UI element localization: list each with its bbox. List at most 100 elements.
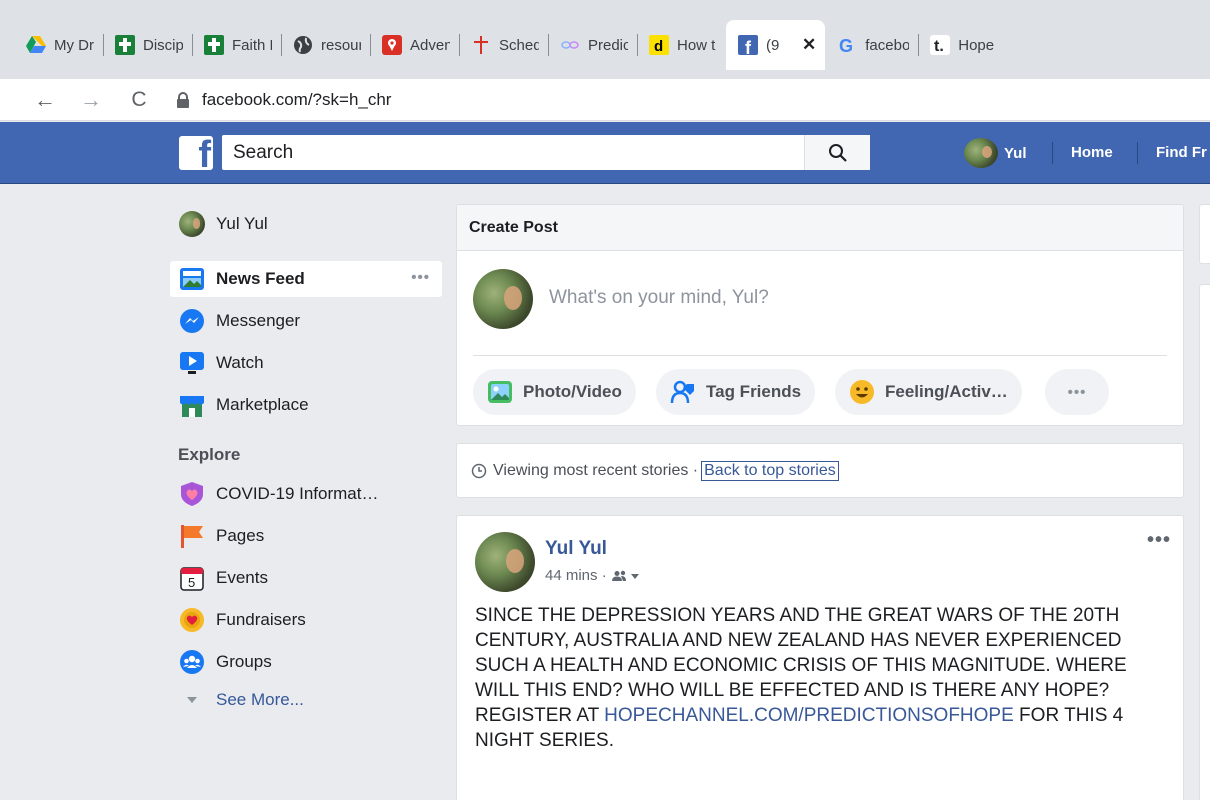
create-post-header[interactable]: Create Post [457, 205, 1183, 251]
flag-icon [178, 522, 206, 550]
tag-friends-button[interactable]: Tag Friends [656, 369, 816, 415]
sidebar-item-marketplace[interactable]: Marketplace [170, 387, 442, 423]
tab-adventist[interactable]: Adven [370, 20, 459, 70]
google-drive-icon [26, 35, 46, 55]
address-bar[interactable]: facebook.com/?sk=h_chr [176, 83, 1210, 117]
facebook-logo[interactable]: f [179, 136, 213, 170]
nav-divider [1137, 142, 1138, 164]
browser-tab-bar: My Dr Discip Faith F resour Adven [0, 0, 1210, 79]
avatar [964, 138, 998, 168]
tag-friends-label: Tag Friends [706, 382, 802, 401]
forward-button[interactable]: → [76, 85, 106, 115]
tag-friends-icon [670, 379, 696, 405]
covid-shield-icon [178, 480, 206, 508]
facebook-icon: f [738, 35, 758, 55]
sidebar-item-label: Pages [216, 526, 265, 545]
messenger-icon [178, 307, 206, 335]
search-input[interactable] [222, 135, 804, 170]
nav-divider [1052, 142, 1053, 164]
tab-title: Discip [143, 36, 183, 54]
create-post-card: Create Post What's on your mind, Yul? Ph… [456, 204, 1184, 426]
sidebar-item-news-feed[interactable]: News Feed ••• [170, 261, 442, 297]
tab-strip: My Dr Discip Faith F resour Adven [14, 20, 1007, 70]
profile-link[interactable]: Yul [964, 138, 1027, 168]
sidebar-item-label: Messenger [216, 311, 301, 330]
sidebar-item-groups[interactable]: Groups [170, 644, 442, 680]
tab-faith[interactable]: Faith F [192, 20, 281, 70]
svg-text:f: f [745, 38, 752, 55]
post-meta: 44 mins · [545, 567, 640, 584]
right-column-card [1199, 204, 1210, 264]
lock-icon[interactable] [176, 92, 190, 108]
sidebar-item-label: Yul Yul [216, 214, 268, 233]
find-friends-link[interactable]: Find Fr [1156, 144, 1207, 161]
more-post-options-button[interactable]: ••• [1045, 369, 1109, 415]
tab-title: How t [677, 36, 716, 54]
groups-icon [178, 648, 206, 676]
back-button[interactable]: ← [30, 85, 60, 115]
tab-facebook-active[interactable]: f (9 ✕ [726, 20, 826, 70]
sidebar-item-fundraisers[interactable]: Fundraisers [170, 602, 442, 638]
feeling-activity-button[interactable]: Feeling/Activ… [835, 369, 1022, 415]
tab-my-drive[interactable]: My Dr [14, 20, 103, 70]
home-link[interactable]: Home [1071, 144, 1113, 161]
see-more-link[interactable]: See More... [216, 690, 304, 710]
tab-title: Faith F [232, 36, 272, 54]
more-options-icon[interactable]: ••• [411, 269, 430, 286]
calendar-day: 5 [188, 575, 195, 590]
green-cross-icon [115, 35, 135, 55]
photo-video-button[interactable]: Photo/Video [473, 369, 636, 415]
sidebar-item-see-more[interactable]: See More... [170, 682, 442, 718]
photo-icon [487, 379, 513, 405]
profile-name: Yul [1004, 144, 1027, 162]
feeling-activity-label: Feeling/Activ… [885, 382, 1008, 401]
recent-stories-banner: Viewing most recent stories · Back to to… [456, 443, 1184, 498]
avatar[interactable] [475, 532, 535, 592]
facebook-logo-letter: f [198, 136, 211, 170]
tab-hope[interactable]: t. Hope [918, 20, 1007, 70]
tab-title: Adven [410, 36, 450, 54]
close-tab-icon[interactable]: ✕ [802, 35, 816, 55]
sidebar-item-pages[interactable]: Pages [170, 518, 442, 554]
sidebar-item-label: Fundraisers [216, 610, 306, 629]
sidebar-item-label: Groups [216, 652, 272, 671]
sidebar-item-watch[interactable]: Watch [170, 345, 442, 381]
tab-schedule[interactable]: Sched [459, 20, 548, 70]
tab-title: Predic [588, 36, 628, 54]
infinity-icon [560, 35, 580, 55]
post-author-link[interactable]: Yul Yul [545, 538, 607, 560]
search-button[interactable] [804, 135, 870, 170]
right-column-card [1199, 284, 1210, 800]
facebook-header: f Yul Home Find Fr [0, 122, 1210, 184]
tab-title: My Dr [54, 36, 94, 54]
post-timestamp[interactable]: 44 mins · [545, 567, 607, 584]
news-feed-icon [178, 265, 206, 293]
avatar [473, 269, 533, 329]
sidebar-item-messenger[interactable]: Messenger [170, 303, 442, 339]
sidebar-item-profile[interactable]: Yul Yul [170, 206, 442, 242]
fundraiser-icon [178, 606, 206, 634]
sidebar-item-label: Watch [216, 353, 264, 372]
tab-discipleship[interactable]: Discip [103, 20, 192, 70]
tab-how-to[interactable]: d How t [637, 20, 726, 70]
divider [473, 355, 1167, 356]
post-link[interactable]: HOPECHANNEL.COM/PREDICTIONSOFHOPE [604, 705, 1014, 726]
svg-text:G: G [839, 36, 853, 55]
post-options-icon[interactable]: ••• [1147, 530, 1171, 550]
svg-text:t.: t. [934, 38, 944, 55]
tab-google-facebook[interactable]: G facebo [825, 20, 918, 70]
reload-button[interactable]: C [124, 85, 154, 115]
sidebar-item-events[interactable]: 5 Events [170, 560, 442, 596]
tab-predictions[interactable]: Predic [548, 20, 637, 70]
tab-title: facebo [865, 36, 910, 54]
back-to-top-stories-link[interactable]: Back to top stories [701, 460, 839, 481]
tab-resources[interactable]: resour [281, 20, 370, 70]
smiley-icon [849, 379, 875, 405]
sidebar-item-covid[interactable]: COVID-19 Informat… [170, 476, 442, 512]
audience-friends-icon[interactable] [611, 570, 640, 582]
browser-toolbar: ← → C facebook.com/?sk=h_chr [0, 79, 1210, 121]
status-input[interactable]: What's on your mind, Yul? [549, 287, 769, 309]
sidebar-item-label: News Feed [216, 269, 305, 288]
chevron-down-icon [178, 686, 206, 714]
yellow-d-icon: d [649, 35, 669, 55]
